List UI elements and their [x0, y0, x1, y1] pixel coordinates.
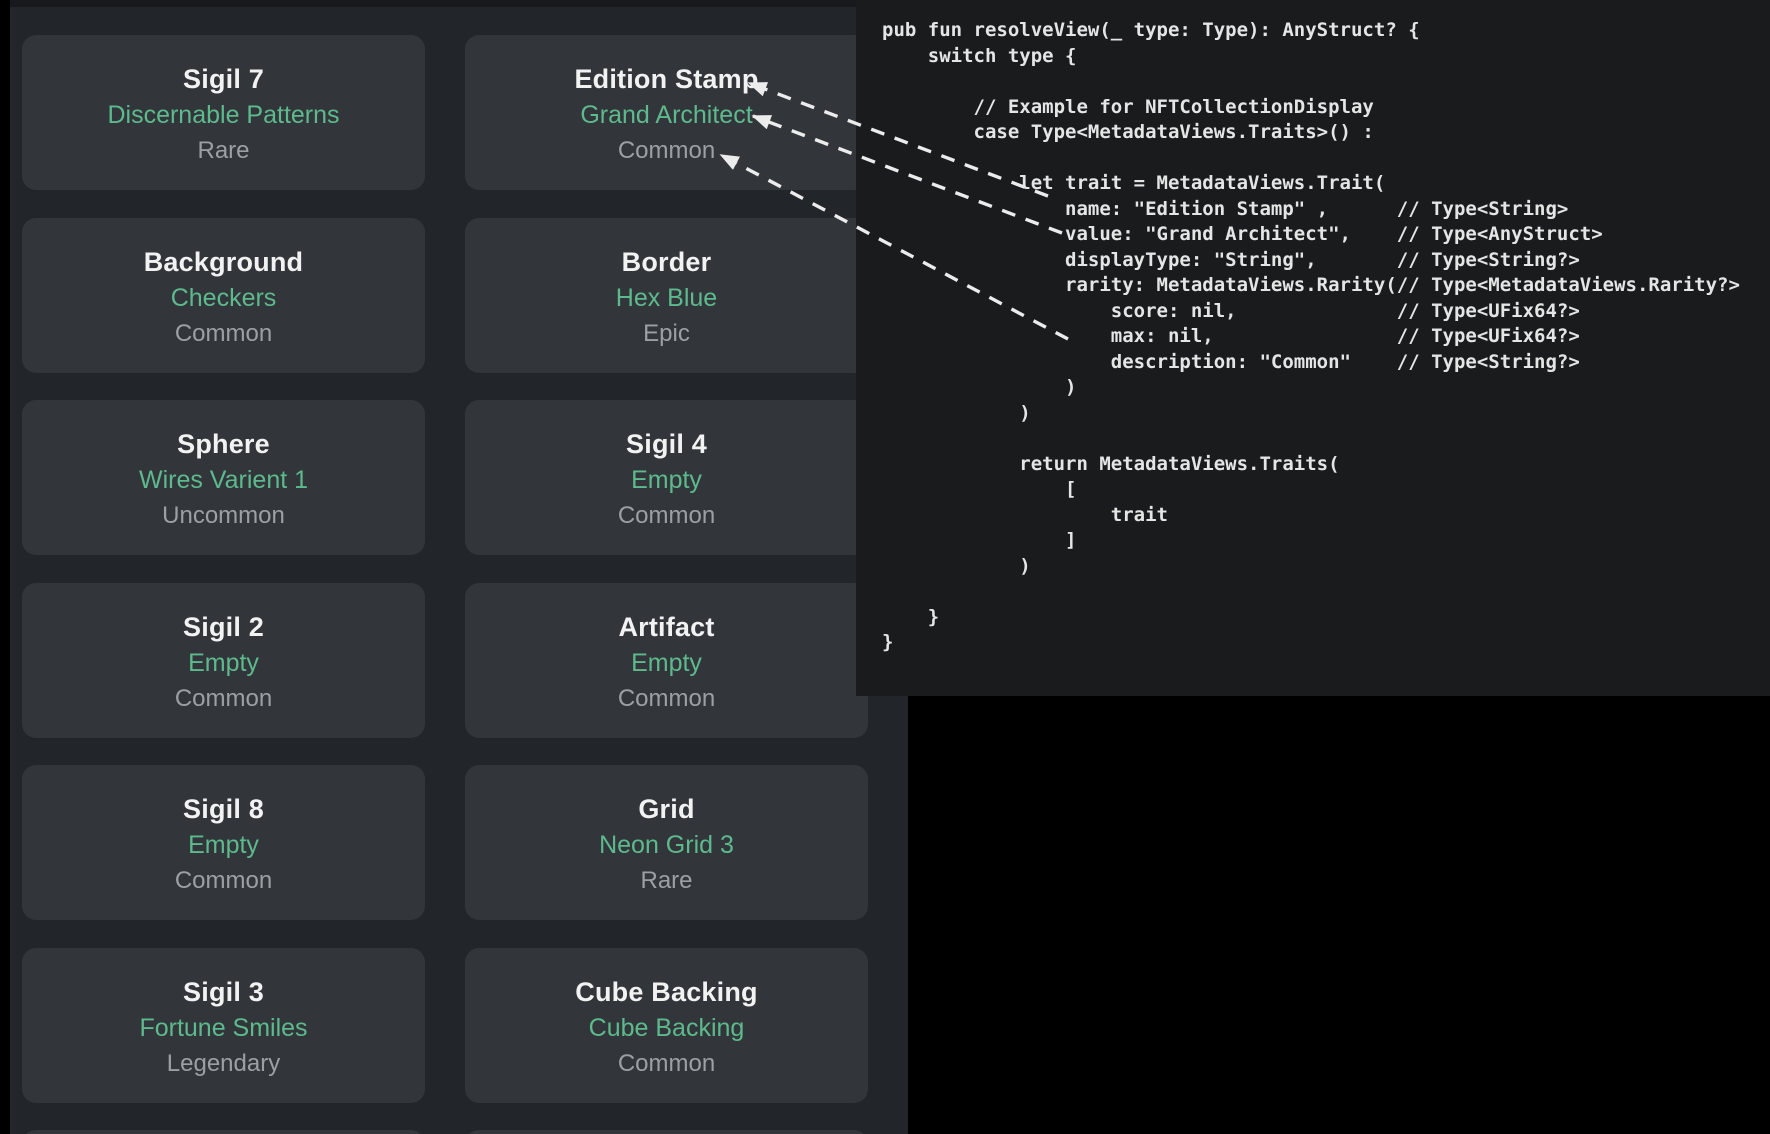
top-edge-strip — [10, 0, 908, 7]
trait-card: Background Checkers Common — [22, 218, 425, 373]
trait-name: Background — [22, 246, 425, 279]
trait-card: Sigil 7 Discernable Patterns Rare — [22, 35, 425, 190]
trait-card: Sigil 8 Empty Common — [22, 765, 425, 920]
trait-rarity: Epic — [465, 317, 868, 350]
trait-value: Cube Backing — [465, 1009, 868, 1047]
trait-name: Sigil 7 — [22, 63, 425, 96]
trait-value: Hex Blue — [465, 279, 868, 317]
trait-value: Wires Varient 1 — [22, 461, 425, 499]
trait-card: Sigil 4 Empty Common — [465, 400, 868, 555]
trait-value: Empty — [22, 826, 425, 864]
trait-card: Edition Stamp Grand Architect Common — [465, 35, 868, 190]
trait-rarity: Common — [22, 864, 425, 897]
trait-name: Sigil 3 — [22, 976, 425, 1009]
trait-card: Sphere Wires Varient 1 Uncommon — [22, 400, 425, 555]
trait-rarity: Common — [465, 682, 868, 715]
trait-name: Sigil 8 — [22, 793, 425, 826]
trait-card: Sigil 2 Empty Common — [22, 583, 425, 738]
trait-rarity: Common — [465, 134, 868, 167]
trait-value: Neon Grid 3 — [465, 826, 868, 864]
trait-rarity: Uncommon — [22, 499, 425, 532]
trait-card: Artifact Empty Common — [465, 583, 868, 738]
trait-rarity: Rare — [22, 134, 425, 167]
nft-traits-screen: Sigil 7 Discernable Patterns Rare Editio… — [0, 0, 1770, 1134]
trait-name: Cube Backing — [465, 976, 868, 1009]
trait-card — [22, 1130, 425, 1134]
code-block: pub fun resolveView(_ type: Type): AnySt… — [856, 0, 1770, 656]
trait-rarity: Common — [465, 499, 868, 532]
trait-card: Cube Backing Cube Backing Common — [465, 948, 868, 1103]
trait-value: Fortune Smiles — [22, 1009, 425, 1047]
trait-name: Sigil 4 — [465, 428, 868, 461]
trait-name: Border — [465, 246, 868, 279]
trait-value: Grand Architect — [465, 96, 868, 134]
trait-rarity: Common — [22, 317, 425, 350]
code-overlay-panel: pub fun resolveView(_ type: Type): AnySt… — [856, 0, 1770, 696]
trait-rarity: Common — [22, 682, 425, 715]
trait-card — [465, 1130, 868, 1134]
trait-value: Empty — [465, 644, 868, 682]
trait-value: Checkers — [22, 279, 425, 317]
trait-card: Border Hex Blue Epic — [465, 218, 868, 373]
trait-card: Grid Neon Grid 3 Rare — [465, 765, 868, 920]
trait-name: Grid — [465, 793, 868, 826]
trait-rarity: Legendary — [22, 1047, 425, 1080]
trait-value: Discernable Patterns — [22, 96, 425, 134]
trait-name: Edition Stamp — [465, 63, 868, 96]
trait-card: Sigil 3 Fortune Smiles Legendary — [22, 948, 425, 1103]
trait-name: Artifact — [465, 611, 868, 644]
trait-name: Sphere — [22, 428, 425, 461]
trait-value: Empty — [22, 644, 425, 682]
trait-value: Empty — [465, 461, 868, 499]
trait-rarity: Rare — [465, 864, 868, 897]
trait-rarity: Common — [465, 1047, 868, 1080]
trait-name: Sigil 2 — [22, 611, 425, 644]
